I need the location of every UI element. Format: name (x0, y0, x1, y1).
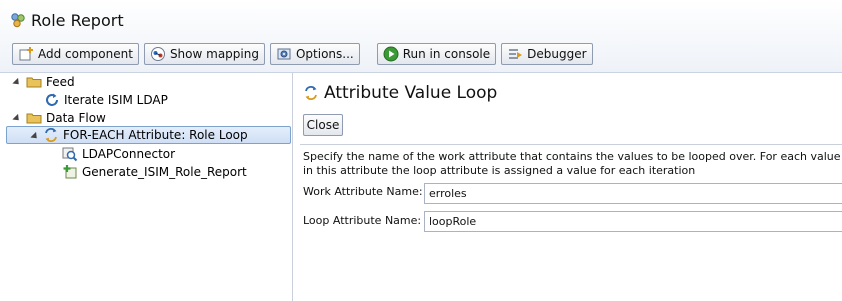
tree-item-ldapconnector-label: LDAPConnector (82, 147, 176, 161)
folder-icon (26, 110, 42, 126)
loop-icon (43, 127, 59, 143)
role-report-icon (10, 12, 26, 28)
work-attribute-label: Work Attribute Name: (303, 185, 423, 198)
tree-item-generate-isim-role-report-label: Generate_ISIM_Role_Report (82, 165, 247, 179)
feed-expand-icon[interactable] (12, 77, 22, 88)
close-button[interactable]: Close (303, 114, 343, 136)
loop-attribute-label: Loop Attribute Name: (303, 214, 422, 227)
add-component-icon (18, 46, 34, 62)
tree-item-ldapconnector[interactable]: LDAPConnector (62, 145, 175, 163)
tree-item-feed-label: Feed (46, 75, 75, 89)
tree-item-data-flow-label: Data Flow (46, 111, 106, 125)
loop-description: Specify the name of the work attribute t… (303, 150, 841, 177)
show-mapping-button[interactable]: Show mapping (143, 43, 265, 65)
component-tree: Feed Iterate ISIM LDAP Data Flow FOR-EAC… (0, 73, 293, 301)
debugger-button[interactable]: Debugger (501, 43, 593, 65)
tree-item-role-loop-label: FOR-EACH Attribute: Role Loop (63, 128, 248, 142)
tree-item-iterate-isim-ldap-label: Iterate ISIM LDAP (64, 93, 168, 107)
tree-item-generate-isim-role-report[interactable]: Generate_ISIM_Role_Report (62, 163, 247, 181)
tree-item-data-flow[interactable]: Data Flow (26, 109, 106, 127)
tree-item-feed[interactable]: Feed (26, 73, 75, 91)
add-component-label: Add component (38, 47, 133, 61)
options-button[interactable]: Options... (269, 43, 360, 65)
loop-attribute-field[interactable] (424, 211, 842, 232)
debugger-label: Debugger (527, 47, 587, 61)
detail-title-text: Attribute Value Loop (324, 83, 498, 103)
add-component-button[interactable]: Add component (12, 43, 139, 65)
add-output-icon (62, 164, 78, 180)
loop-icon (303, 85, 319, 101)
work-attribute-field[interactable] (424, 183, 842, 204)
tree-item-iterate-isim-ldap[interactable]: Iterate ISIM LDAP (44, 91, 168, 109)
detail-panel: Attribute Value Loop Close Specify the n… (293, 73, 842, 301)
iterator-icon (44, 92, 60, 108)
window-title: Role Report (10, 9, 124, 31)
run-in-console-button[interactable]: Run in console (376, 43, 497, 65)
editor-header: Role Report Add component Show mapping O… (0, 0, 842, 73)
debugger-icon (507, 46, 523, 62)
window-title-text: Role Report (31, 10, 124, 30)
run-in-console-label: Run in console (402, 47, 491, 61)
show-mapping-label: Show mapping (169, 47, 259, 61)
lookup-icon (62, 146, 78, 162)
options-label: Options... (295, 47, 354, 61)
run-icon (383, 46, 399, 62)
toolbar: Add component Show mapping Options... Ru… (12, 43, 598, 67)
detail-title: Attribute Value Loop (303, 83, 497, 103)
options-icon (276, 46, 292, 62)
folder-icon (26, 74, 42, 90)
tree-item-role-loop[interactable]: FOR-EACH Attribute: Role Loop (6, 126, 291, 144)
divider (300, 144, 842, 145)
dataflow-expand-icon[interactable] (12, 113, 22, 124)
mapping-icon (150, 46, 166, 62)
